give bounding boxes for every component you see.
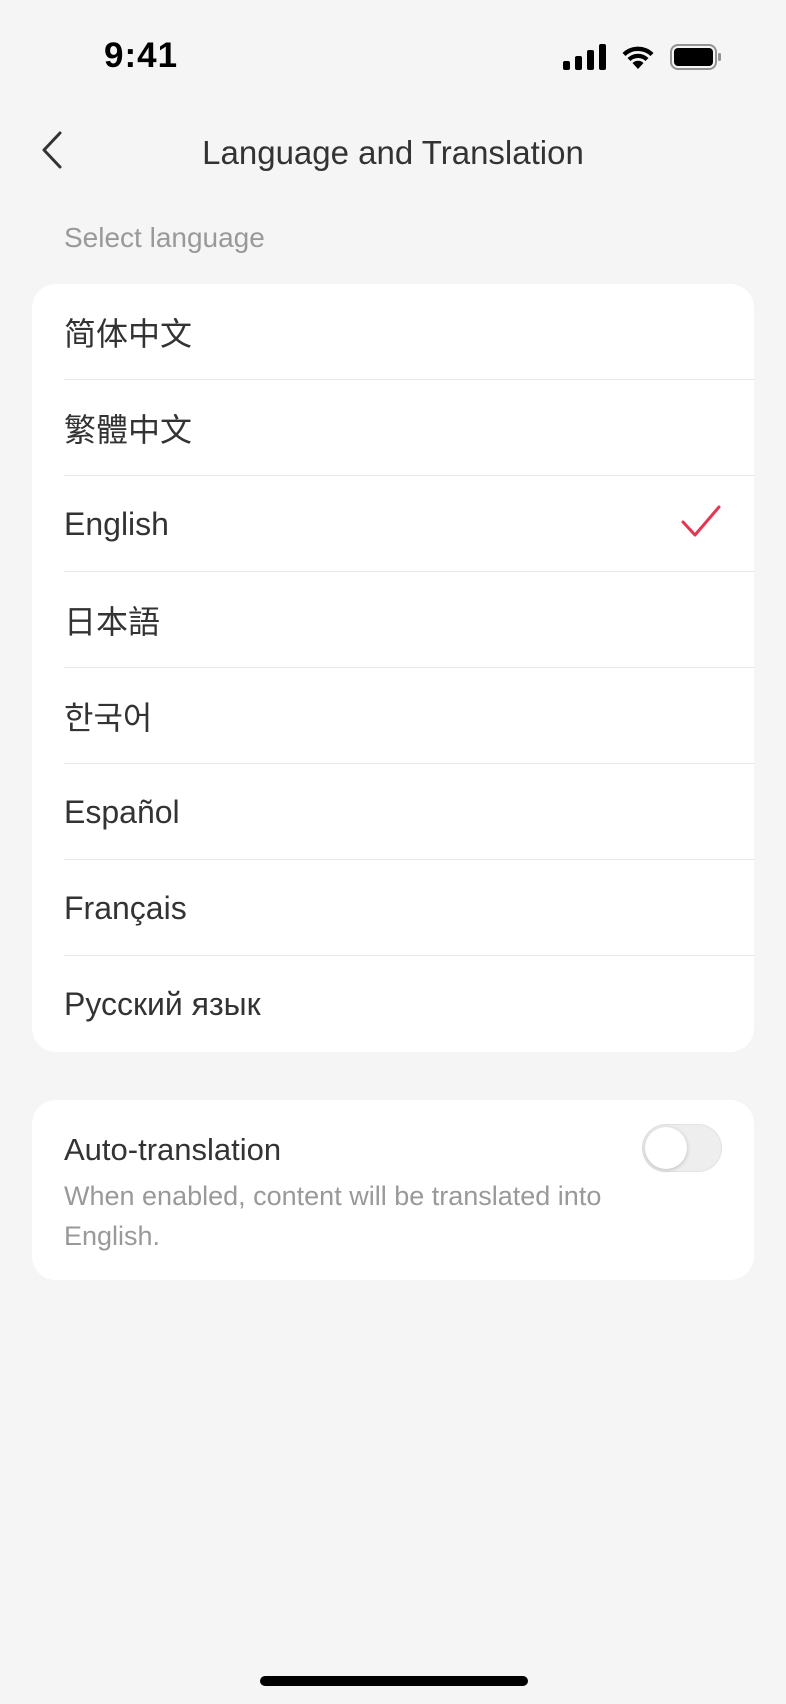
language-option-traditional-chinese[interactable]: 繁體中文 [32,380,754,476]
language-label: 繁體中文 [64,412,193,448]
language-label: 日本語 [64,604,161,640]
toggle-knob [645,1127,687,1169]
language-label: Français [64,889,187,926]
check-icon [680,504,722,545]
auto-translation-toggle[interactable] [642,1124,722,1172]
signal-icon [563,44,606,70]
page-title: Language and Translation [202,134,584,171]
language-label: 简体中文 [64,316,193,352]
language-label: Español [64,793,180,830]
language-list: 简体中文 繁體中文 English 日本語 한국어 Español França… [32,284,754,1052]
nav-bar: Language and Translation [0,110,786,196]
screen: 9:41 Language and Translation Select lan… [0,0,786,1704]
auto-translation-card: Auto-translation When enabled, content w… [32,1100,754,1280]
auto-translation-title: Auto-translation [64,1132,282,1167]
language-option-russian[interactable]: Русский язык [32,956,754,1052]
language-label: English [64,505,169,542]
language-option-japanese[interactable]: 日本語 [32,572,754,668]
language-option-simplified-chinese[interactable]: 简体中文 [32,284,754,380]
language-option-french[interactable]: Français [32,860,754,956]
status-bar: 9:41 [0,0,786,120]
wifi-icon [620,44,656,70]
language-option-english[interactable]: English [32,476,754,572]
status-time: 9:41 [104,36,179,75]
battery-icon [670,44,722,70]
language-label: Русский язык [64,985,261,1022]
language-label: 한국어 [64,700,153,736]
section-label: Select language [64,222,265,253]
language-option-spanish[interactable]: Español [32,764,754,860]
auto-translation-description: When enabled, content will be translated… [64,1181,602,1251]
home-indicator [260,1676,528,1686]
language-option-korean[interactable]: 한국어 [32,668,754,764]
status-icons [563,44,722,70]
